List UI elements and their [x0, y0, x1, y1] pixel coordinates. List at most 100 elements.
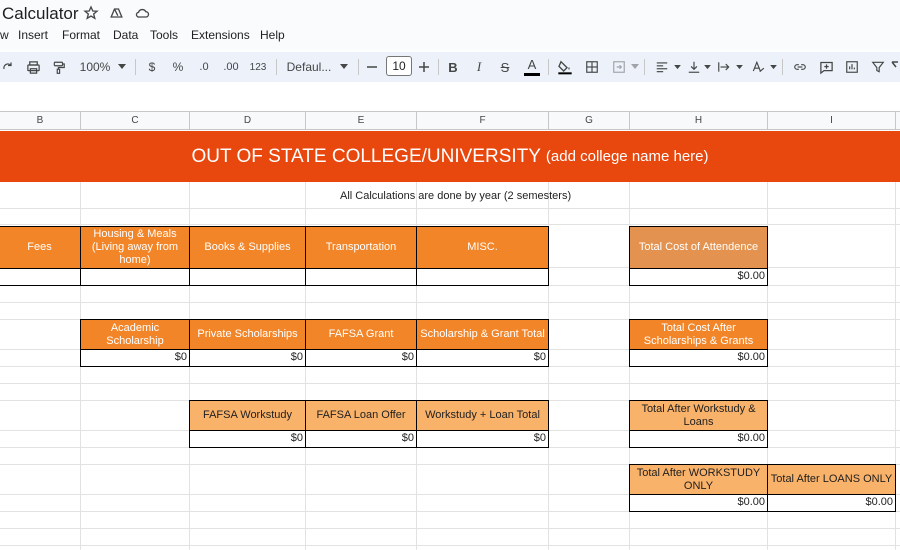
merge-cells-icon[interactable]: [608, 52, 630, 82]
private-scholarships-header[interactable]: Private Scholarships: [189, 319, 306, 350]
increase-font-size-icon[interactable]: [416, 52, 432, 82]
font-size-input[interactable]: 10: [386, 56, 412, 76]
text-rotation-icon[interactable]: [748, 52, 768, 82]
zoom-chevron-icon[interactable]: [116, 52, 128, 82]
menu-bar: w Insert Format Data Tools Extensions He…: [0, 28, 900, 50]
rotation-chevron-icon[interactable]: [769, 52, 777, 82]
menu-format[interactable]: Format: [62, 28, 100, 42]
housing-meals-header[interactable]: Housing & Meals (Living away from home): [80, 226, 190, 269]
redo-icon[interactable]: [0, 52, 16, 82]
private-scholarships-value[interactable]: $0: [189, 349, 306, 367]
fafsa-grant-header[interactable]: FAFSA Grant: [305, 319, 417, 350]
total-after-scholarships-header[interactable]: Total Cost After Scholarships & Grants: [629, 319, 768, 350]
academic-scholarship-value[interactable]: $0: [80, 349, 190, 367]
move-to-drive-icon[interactable]: [108, 5, 126, 23]
academic-scholarship-header[interactable]: Academic Scholarship: [80, 319, 190, 350]
total-cost-attendance-header[interactable]: Total Cost of Attendence: [629, 226, 768, 269]
column-header-h[interactable]: H: [630, 112, 768, 130]
menu-help[interactable]: Help: [260, 28, 285, 42]
calculation-note[interactable]: All Calculations are done by year (2 sem…: [340, 190, 571, 202]
zoom-select[interactable]: 100%: [76, 52, 114, 82]
housing-meals-input[interactable]: [80, 268, 190, 286]
scholarship-grant-total-header[interactable]: Scholarship & Grant Total: [416, 319, 549, 350]
menu-extensions[interactable]: Extensions: [191, 28, 250, 42]
column-header-i[interactable]: I: [768, 112, 896, 130]
decrease-font-size-icon[interactable]: [364, 52, 380, 82]
gridline: [0, 528, 900, 529]
paint-format-icon[interactable]: [48, 52, 70, 82]
total-after-workstudy-only-header[interactable]: Total After WORKSTUDY ONLY: [629, 464, 768, 495]
column-header-e[interactable]: E: [306, 112, 417, 130]
text-color-swatch: [524, 73, 540, 76]
fafsa-loan-offer-value[interactable]: $0: [305, 430, 417, 448]
column-header-f[interactable]: F: [417, 112, 549, 130]
toolbar-divider: [358, 59, 359, 75]
total-after-workstudy-loans-value[interactable]: $0.00: [629, 430, 768, 448]
formula-bar[interactable]: [0, 82, 900, 112]
valign-chevron-icon[interactable]: [703, 52, 711, 82]
wrap-chevron-icon[interactable]: [735, 52, 743, 82]
title-banner[interactable]: OUT OF STATE COLLEGE/UNIVERSITY (add col…: [0, 131, 900, 182]
menu-tools[interactable]: Tools: [150, 28, 178, 42]
menu-view[interactable]: w: [0, 28, 9, 42]
toolbar-divider: [548, 59, 549, 75]
merge-chevron-icon[interactable]: [630, 52, 640, 82]
gridline: [0, 302, 900, 303]
fees-input[interactable]: [0, 268, 81, 286]
transportation-header[interactable]: Transportation: [305, 226, 417, 269]
column-header-c[interactable]: C: [81, 112, 190, 130]
fafsa-loan-offer-header[interactable]: FAFSA Loan Offer: [305, 400, 417, 431]
italic-button[interactable]: I: [470, 52, 488, 82]
insert-link-icon[interactable]: [789, 52, 811, 82]
total-after-loans-only-header[interactable]: Total After LOANS ONLY: [767, 464, 896, 495]
filter-icon[interactable]: [867, 52, 889, 82]
text-wrap-icon[interactable]: [714, 52, 734, 82]
percent-format-button[interactable]: %: [170, 52, 186, 82]
column-header-g[interactable]: G: [549, 112, 630, 130]
text-color-button[interactable]: A: [522, 52, 542, 82]
misc-header[interactable]: MISC.: [416, 226, 549, 269]
strikethrough-button[interactable]: S: [496, 52, 514, 82]
workstudy-loan-total-header[interactable]: Workstudy + Loan Total: [416, 400, 549, 431]
cloud-status-icon[interactable]: [134, 5, 152, 23]
fafsa-workstudy-value[interactable]: $0: [189, 430, 306, 448]
fill-color-icon[interactable]: [555, 52, 575, 82]
vertical-align-icon[interactable]: [684, 52, 704, 82]
books-supplies-header[interactable]: Books & Supplies: [189, 226, 306, 269]
currency-format-button[interactable]: $: [144, 52, 160, 82]
misc-input[interactable]: [416, 268, 549, 286]
horizontal-align-icon[interactable]: [650, 52, 674, 82]
align-chevron-icon[interactable]: [673, 52, 681, 82]
workstudy-loan-total-value[interactable]: $0: [416, 430, 549, 448]
menu-insert[interactable]: Insert: [18, 28, 48, 42]
insert-chart-icon[interactable]: [841, 52, 863, 82]
scholarship-grant-total-value[interactable]: $0: [416, 349, 549, 367]
star-icon[interactable]: [83, 5, 101, 23]
column-header-b[interactable]: B: [0, 112, 81, 130]
decrease-decimal-button[interactable]: .0: [194, 52, 214, 82]
document-title[interactable]: Calculator: [2, 4, 79, 24]
font-chevron-icon[interactable]: [338, 52, 350, 82]
increase-decimal-button[interactable]: .00: [220, 52, 242, 82]
total-after-scholarships-value[interactable]: $0.00: [629, 349, 768, 367]
gridline: [0, 383, 900, 384]
insert-comment-icon[interactable]: [815, 52, 837, 82]
total-cost-attendance-value[interactable]: $0.00: [629, 268, 768, 286]
column-header-d[interactable]: D: [190, 112, 306, 130]
total-after-loans-only-value[interactable]: $0.00: [767, 494, 896, 512]
transportation-input[interactable]: [305, 268, 417, 286]
number-format-button[interactable]: 123: [248, 52, 268, 82]
borders-icon[interactable]: [582, 52, 602, 82]
sheet-grid[interactable]: OUT OF STATE COLLEGE/UNIVERSITY (add col…: [0, 131, 900, 550]
total-after-workstudy-loans-header[interactable]: Total After Workstudy & Loans: [629, 400, 768, 431]
functions-icon[interactable]: [890, 52, 900, 82]
menu-data[interactable]: Data: [113, 28, 138, 42]
fees-header[interactable]: Fees: [0, 226, 81, 269]
bold-button[interactable]: B: [444, 52, 462, 82]
total-after-workstudy-only-value[interactable]: $0.00: [629, 494, 768, 512]
font-select[interactable]: Defaul...: [284, 52, 334, 82]
fafsa-workstudy-header[interactable]: FAFSA Workstudy: [189, 400, 306, 431]
books-supplies-input[interactable]: [189, 268, 306, 286]
fafsa-grant-value[interactable]: $0: [305, 349, 417, 367]
print-icon[interactable]: [22, 52, 44, 82]
